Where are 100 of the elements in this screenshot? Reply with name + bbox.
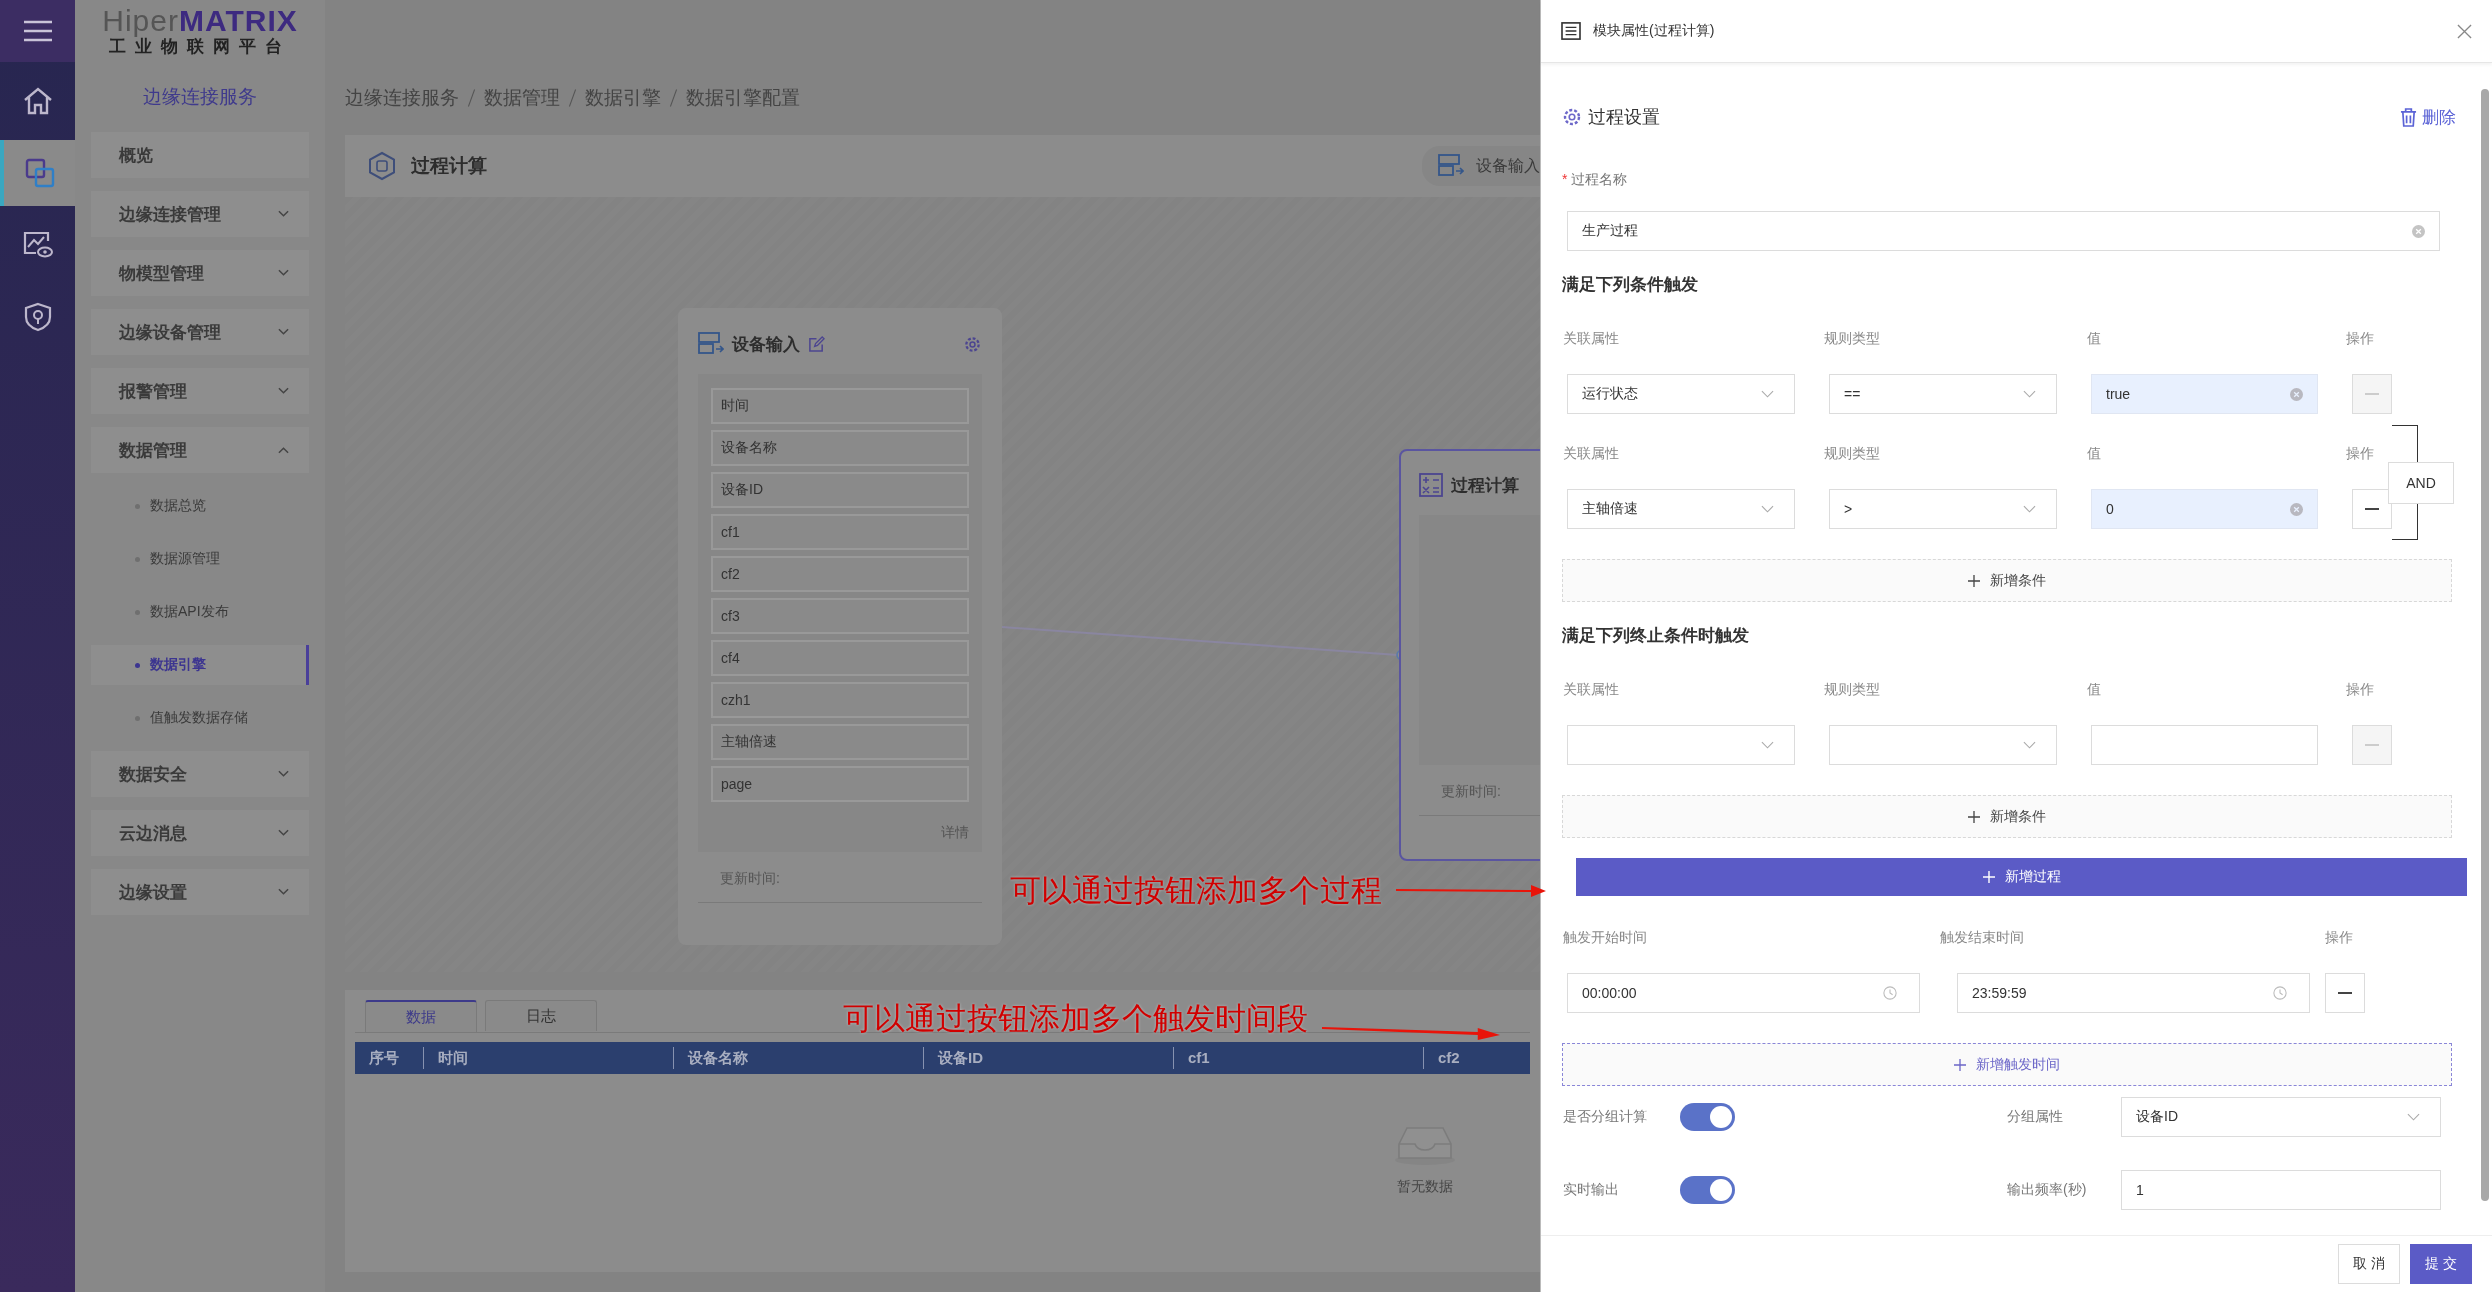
value-input[interactable]: 0 (2091, 489, 2318, 529)
sidebar-item[interactable]: 物模型管理 (91, 250, 309, 296)
column-header: 序号 (368, 1048, 400, 1068)
cancel-button[interactable]: 取 消 (2338, 1244, 2401, 1284)
add-condition-button[interactable]: 新增条件 (1562, 795, 2452, 838)
node-title: 设备输入 (732, 333, 800, 356)
breadcrumb-item[interactable]: 数据引擎 (585, 84, 661, 111)
node-field: cf2 (711, 556, 969, 592)
menu-icon[interactable] (22, 19, 53, 43)
column-header: cf2 (1423, 1047, 1523, 1069)
annotation-text: 可以通过按钮添加多个触发时间段 (843, 1003, 1308, 1035)
toggle-switch[interactable] (1680, 1176, 1735, 1204)
breadcrumb-item[interactable]: 数据引擎配置 (686, 84, 800, 111)
sidebar-item-label: 概览 (119, 144, 153, 167)
column-label: 操作 (2346, 330, 2374, 348)
toggle-switch[interactable] (1680, 1103, 1735, 1131)
field-label: 输出频率(秒) (2007, 1181, 2088, 1199)
column-label: 关联属性 (1563, 681, 1619, 699)
column-header: 设备名称 (673, 1047, 923, 1069)
node-field: czh1 (711, 682, 969, 718)
drawer-title: 模块属性(过程计算) (1593, 22, 1715, 40)
device-input-icon (698, 332, 724, 356)
column-header: cf1 (1173, 1047, 1423, 1069)
node-field: 设备ID (711, 472, 969, 508)
node-field: cf1 (711, 514, 969, 550)
clear-icon[interactable] (2412, 224, 2425, 238)
sidebar-item[interactable]: 边缘设置 (91, 869, 309, 915)
sidebar-title: 边缘连接服务 (143, 85, 257, 109)
rule-select[interactable] (1829, 725, 2057, 765)
column-label: 值 (2087, 681, 2101, 699)
node-title: 过程计算 (1451, 474, 1519, 497)
sidebar-subitem[interactable]: 数据总览 (91, 486, 309, 526)
chevron-icon (2023, 505, 2036, 513)
delete-button[interactable]: 删除 (2400, 105, 2456, 129)
sidebar-item-label: 物模型管理 (119, 262, 204, 285)
hexagon-process-icon (367, 151, 397, 181)
sidebar-item[interactable]: 边缘连接管理 (91, 191, 309, 237)
clear-icon[interactable] (2290, 387, 2303, 401)
group-title: 满足下列条件触发 (1562, 274, 1699, 296)
attribute-select[interactable]: 主轴倍速 (1567, 489, 1795, 529)
sidebar-item[interactable]: 云边消息 (91, 810, 309, 856)
frequency-input[interactable]: 1 (2121, 1170, 2441, 1210)
sidebar-item[interactable]: 数据安全 (91, 751, 309, 797)
rail-item[interactable] (0, 140, 75, 206)
plus-icon (1954, 1058, 1966, 1071)
sidebar-item[interactable]: 边缘设备管理 (91, 309, 309, 355)
rule-select[interactable]: == (1829, 374, 2057, 414)
breadcrumb-item[interactable]: 数据管理 (484, 84, 560, 111)
chevron-icon (2023, 741, 2036, 749)
add-trigger-time-button[interactable]: 新增触发时间 (1562, 1043, 2452, 1086)
node-field: 时间 (711, 388, 969, 424)
column-label: 值 (2087, 445, 2101, 463)
remove-button[interactable] (2352, 489, 2392, 529)
column-label: 规则类型 (1824, 330, 1880, 348)
column-label: 规则类型 (1824, 681, 1880, 699)
column-header: 设备ID (923, 1047, 1173, 1069)
attribute-select[interactable] (1567, 725, 1795, 765)
column-label: 关联属性 (1563, 330, 1619, 348)
value-input[interactable] (2091, 725, 2318, 765)
node-field: page (711, 766, 969, 802)
sidebar-item[interactable]: 数据管理 (91, 427, 309, 473)
name-input[interactable]: 生产过程 (1567, 211, 2440, 251)
logo-subtitle: 工业物联网平台 (109, 37, 291, 57)
clear-icon[interactable] (2290, 502, 2303, 516)
add-condition-button[interactable]: 新增条件 (1562, 559, 2452, 602)
document-icon (1561, 22, 1581, 40)
panel-tab[interactable]: 日志 (485, 1000, 597, 1031)
sidebar-subitem[interactable]: 数据引擎 (91, 645, 309, 685)
sidebar-item-label: 边缘设置 (119, 881, 187, 904)
logic-button[interactable]: AND (2388, 462, 2454, 504)
column-label: 触发结束时间 (1940, 929, 2024, 947)
group-attribute-select[interactable]: 设备ID (2121, 1097, 2441, 1137)
add-process-button[interactable]: 新增过程 (1576, 858, 2467, 896)
start-time-input[interactable]: 00:00:00 (1567, 973, 1920, 1013)
value-input[interactable]: true (2091, 374, 2318, 414)
rule-select[interactable]: > (1829, 489, 2057, 529)
sidebar-item[interactable]: 概览 (91, 132, 309, 178)
panel-tab[interactable]: 数据 (365, 1000, 477, 1032)
close-icon[interactable] (2457, 23, 2472, 39)
field-label: 分组属性 (2007, 1108, 2064, 1126)
sidebar-item[interactable]: 报警管理 (91, 368, 309, 414)
node-palette-button[interactable]: 设备输入 (1422, 146, 1540, 186)
chevron-icon (2407, 1113, 2420, 1121)
end-time-input[interactable]: 23:59:59 (1957, 973, 2310, 1013)
calculator-icon (1419, 473, 1443, 497)
remove-button[interactable] (2325, 973, 2365, 1013)
edit-icon[interactable] (808, 335, 825, 353)
settings-icon (1562, 107, 1582, 127)
sidebar-item-label: 数据安全 (119, 763, 187, 786)
plus-icon (1968, 574, 1980, 587)
settings-icon[interactable] (963, 334, 982, 354)
attribute-select[interactable]: 运行状态 (1567, 374, 1795, 414)
chevron-icon (2023, 390, 2036, 398)
sidebar-subitem[interactable]: 数据API发布 (91, 592, 309, 632)
required-mark: * (1562, 170, 1568, 189)
sidebar-subitem[interactable]: 数据源管理 (91, 539, 309, 579)
sidebar-subitem[interactable]: 值触发数据存储 (91, 698, 309, 738)
breadcrumb-item[interactable]: 边缘连接服务 (345, 84, 459, 111)
submit-button[interactable]: 提 交 (2410, 1244, 2472, 1284)
sidebar-item-label: 边缘设备管理 (119, 321, 221, 344)
